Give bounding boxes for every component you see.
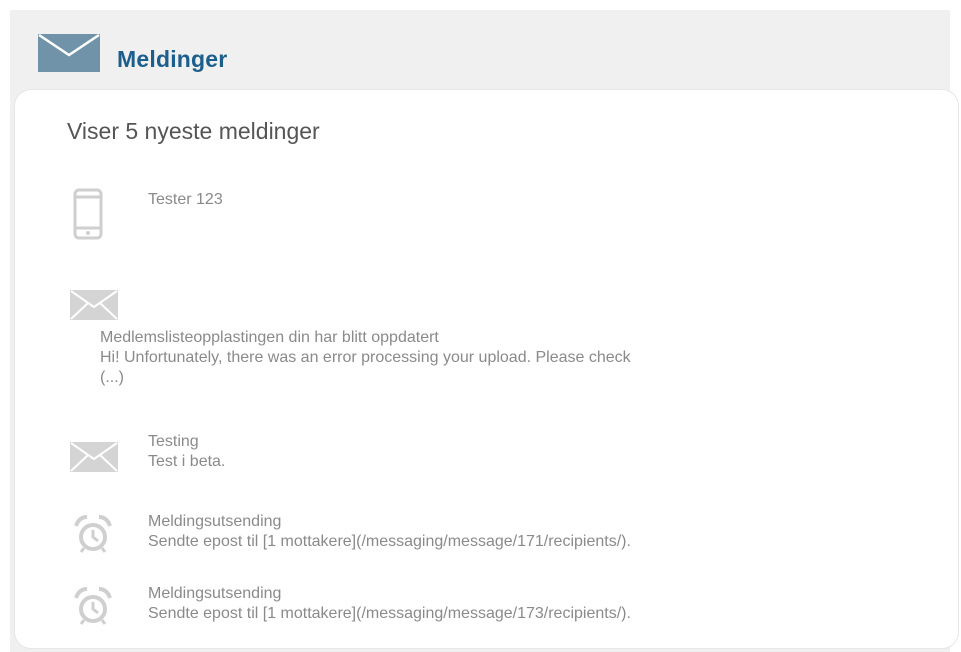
- message-item[interactable]: Testing Test i beta.: [15, 432, 958, 482]
- panel-title[interactable]: Meldinger: [117, 46, 227, 73]
- message-body: Sendte epost til [1 mottakere](/messagin…: [148, 533, 631, 550]
- message-item[interactable]: Meldingsutsending Sendte epost til [1 mo…: [15, 512, 958, 562]
- panel-header: Meldinger: [10, 10, 950, 90]
- envelope-icon: [38, 34, 100, 72]
- message-body: Sendte epost til [1 mottakere](/messagin…: [148, 605, 631, 622]
- messages-card: Viser 5 nyeste meldinger Tester 123 Medl…: [15, 90, 958, 648]
- envelope-icon: [70, 290, 118, 320]
- message-title: Testing: [148, 433, 199, 450]
- message-item[interactable]: Meldingsutsending Sendte epost til [1 mo…: [15, 584, 958, 634]
- message-item[interactable]: Tester 123: [15, 188, 958, 248]
- message-item[interactable]: Medlemslisteopplastingen din har blitt o…: [15, 290, 958, 400]
- message-body: Hi! Unfortunately, there was an error pr…: [100, 349, 631, 366]
- message-title: Meldingsutsending: [148, 585, 282, 602]
- message-body: Test i beta.: [148, 453, 226, 470]
- message-title: Tester 123: [148, 191, 223, 208]
- message-title: Medlemslisteopplastingen din har blitt o…: [100, 329, 439, 346]
- phone-icon: [73, 188, 103, 240]
- alarm-clock-icon: [74, 587, 112, 625]
- message-title: Meldingsutsending: [148, 513, 282, 530]
- envelope-icon: [70, 442, 118, 472]
- messages-panel: Meldinger Viser 5 nyeste meldinger Teste…: [10, 10, 958, 652]
- message-body-more: (...): [100, 369, 124, 386]
- alarm-clock-icon: [74, 515, 112, 553]
- card-heading: Viser 5 nyeste meldinger: [67, 118, 320, 144]
